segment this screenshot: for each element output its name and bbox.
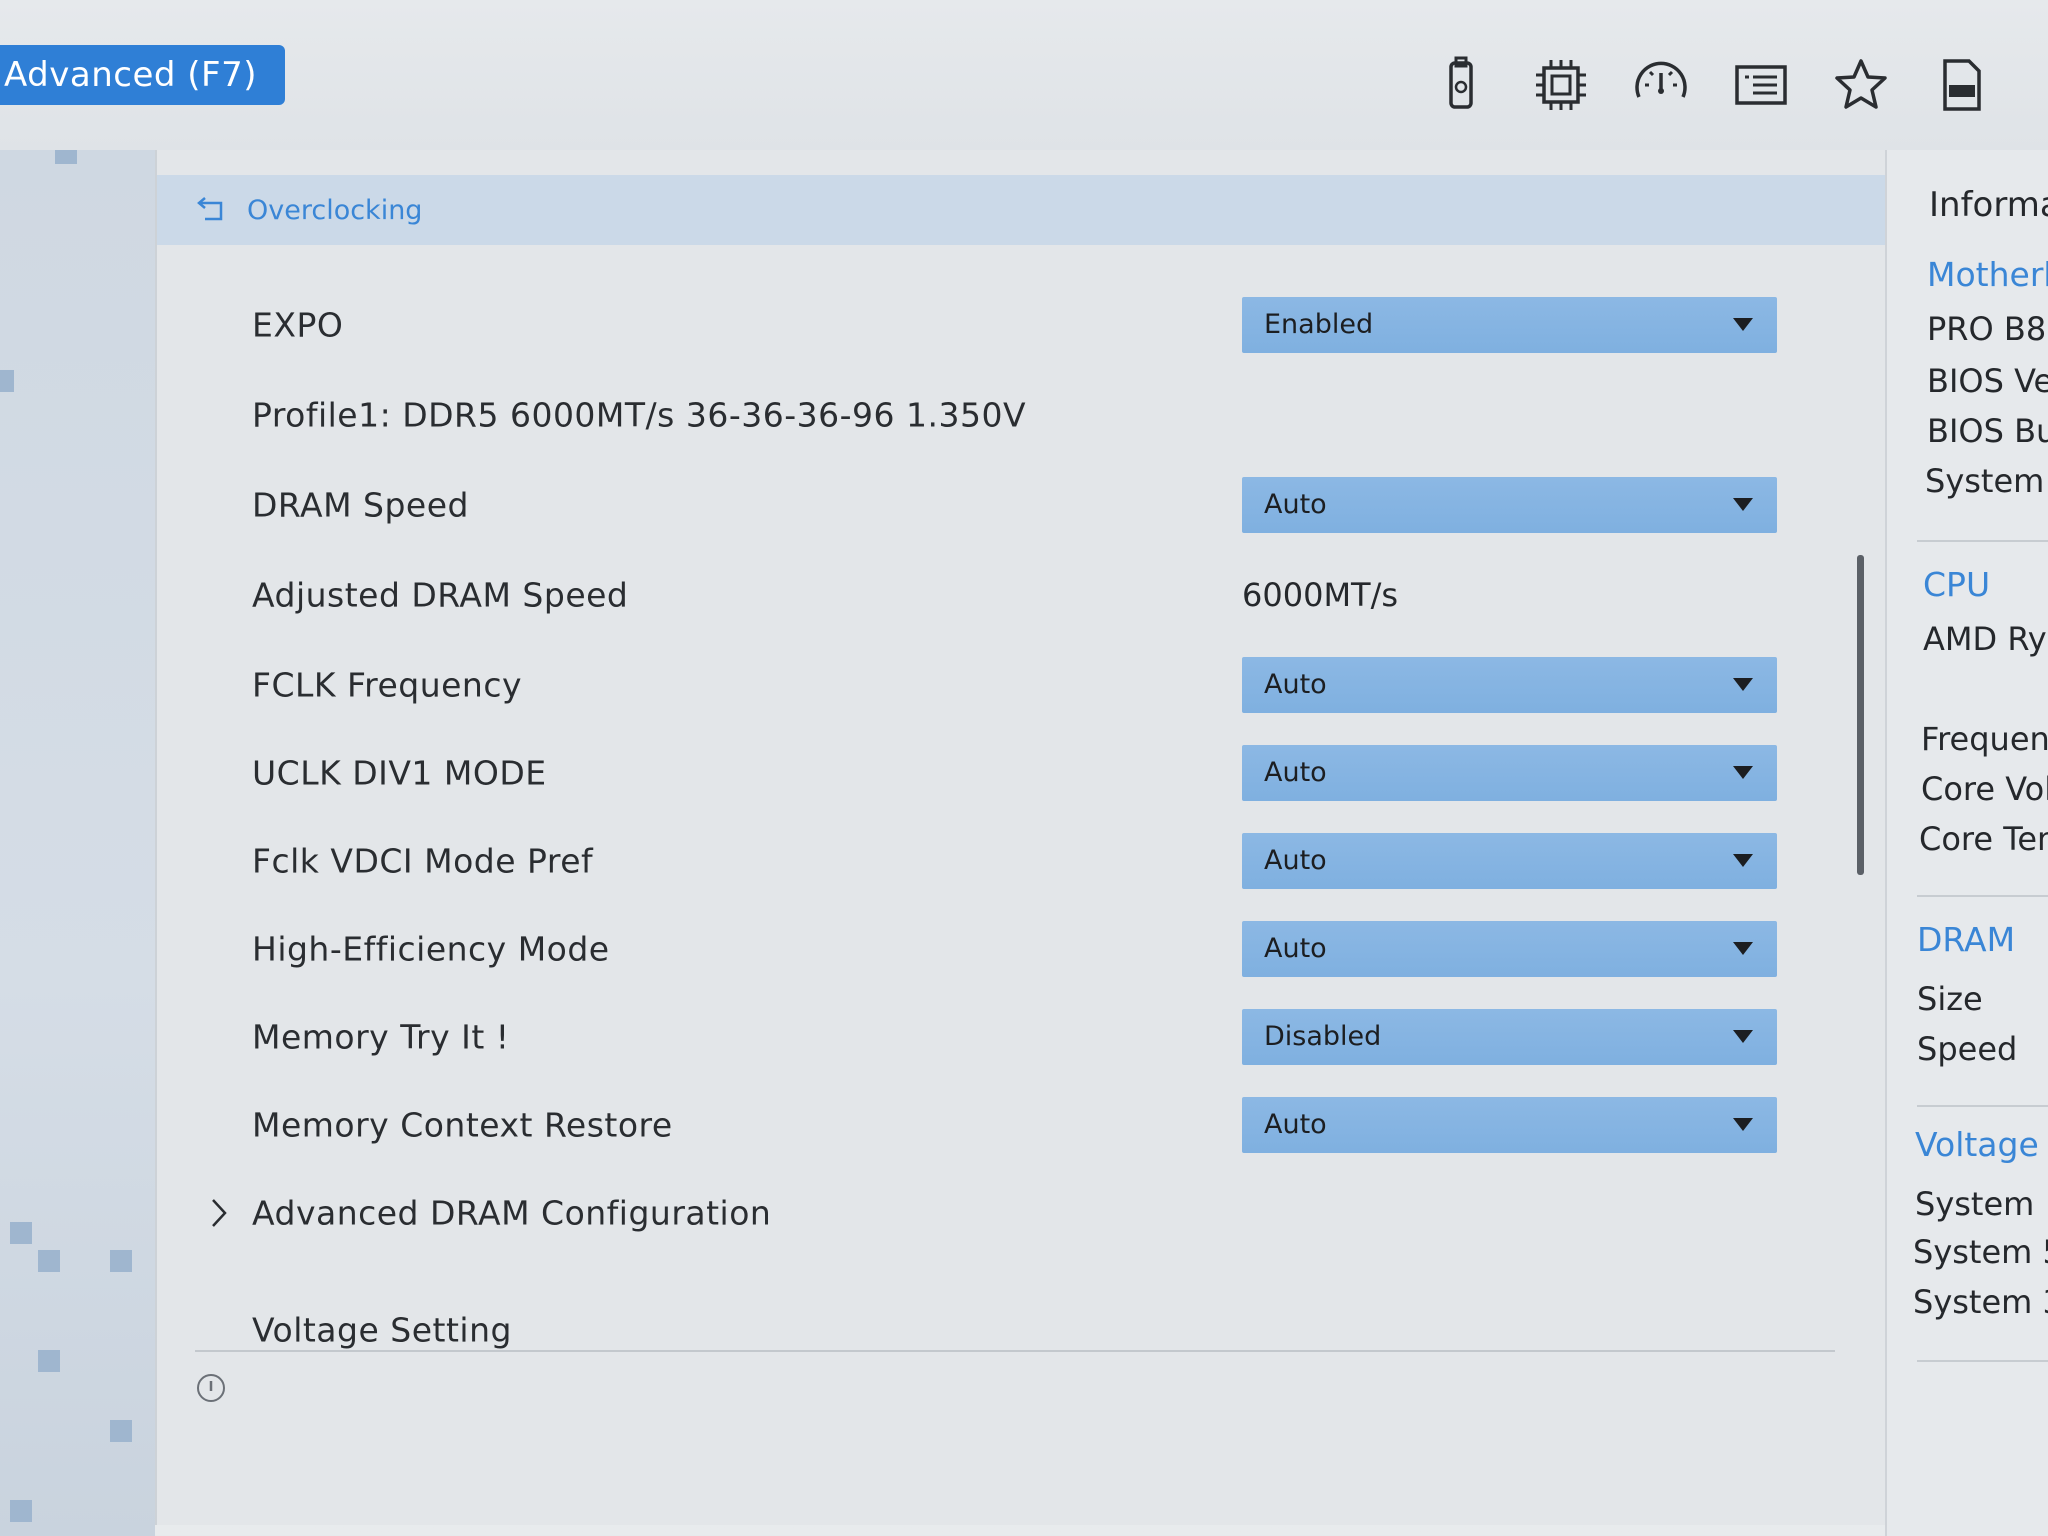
information-panel: Informa Motherb PRO B85 BIOS Ver BIOS Bu… — [1885, 150, 2048, 1536]
profile-info-text: Profile1: DDR5 6000MT/s 36-36-36-96 1.35… — [252, 395, 1027, 435]
breadcrumb-label: Overclocking — [247, 194, 423, 226]
caret-down-icon — [1733, 1118, 1753, 1131]
memory-try-it-dropdown[interactable]: Disabled — [1242, 1009, 1777, 1065]
expo-dropdown[interactable]: Enabled — [1242, 297, 1777, 353]
setting-row-fclk-vdci-mode-pref[interactable]: Fclk VDCI Mode Pref Auto — [157, 821, 1887, 901]
info-line: Frequenc — [1921, 720, 2048, 758]
dropdown-value: Auto — [1264, 669, 1327, 700]
info-separator — [1917, 540, 2048, 542]
fclk-vdci-mode-pref-dropdown[interactable]: Auto — [1242, 833, 1777, 889]
caret-down-icon — [1733, 854, 1753, 867]
dropdown-value: Enabled — [1264, 309, 1374, 340]
info-line: Speed — [1917, 1030, 2018, 1068]
caret-down-icon — [1733, 942, 1753, 955]
info-line: System 5V — [1913, 1233, 2048, 1271]
info-line: BIOS Bui — [1927, 412, 2048, 450]
setting-label: Adjusted DRAM Speed — [252, 575, 629, 615]
setting-label: FCLK Frequency — [252, 665, 523, 705]
top-bar: Advanced (F7) — [0, 0, 2048, 150]
dram-header: DRAM — [1917, 920, 2016, 959]
setting-row-profile1: Profile1: DDR5 6000MT/s 36-36-36-96 1.35… — [157, 375, 1887, 455]
setting-row-memory-context-restore[interactable]: Memory Context Restore Auto — [157, 1085, 1887, 1165]
info-line: Size — [1917, 980, 1983, 1018]
info-line: AMD Ryz — [1923, 620, 2048, 658]
setting-label: UCLK DIV1 MODE — [252, 753, 547, 793]
setting-row-uclk-div1-mode[interactable]: UCLK DIV1 MODE Auto — [157, 733, 1887, 813]
adjusted-dram-speed-value: 6000MT/s — [1242, 576, 1399, 614]
log-file-icon[interactable] — [1930, 54, 1992, 116]
setting-label: DRAM Speed — [252, 485, 469, 525]
setting-label: Memory Context Restore — [252, 1105, 673, 1145]
advanced-dram-configuration-item[interactable]: Advanced DRAM Configuration — [157, 1173, 1887, 1253]
speedometer-icon[interactable] — [1630, 54, 1692, 116]
favorites-star-icon[interactable] — [1830, 54, 1892, 116]
setting-row-high-efficiency-mode[interactable]: High-Efficiency Mode Auto — [157, 909, 1887, 989]
dram-speed-dropdown[interactable]: Auto — [1242, 477, 1777, 533]
motherboard-header: Motherb — [1927, 255, 2048, 294]
help-divider — [195, 1350, 1835, 1352]
fclk-frequency-dropdown[interactable]: Auto — [1242, 657, 1777, 713]
board-explorer-icon[interactable] — [1730, 54, 1792, 116]
setting-label: Advanced DRAM Configuration — [252, 1193, 772, 1233]
cpu-header: CPU — [1923, 565, 1991, 604]
info-line: Core Tem — [1919, 820, 2048, 858]
high-efficiency-mode-dropdown[interactable]: Auto — [1242, 921, 1777, 977]
overclocking-panel: Overclocking EXPO Enabled Profile1: DDR5… — [155, 150, 1887, 1525]
back-arrow-icon[interactable] — [195, 195, 231, 225]
setting-label: EXPO — [252, 305, 344, 345]
caret-down-icon — [1733, 678, 1753, 691]
info-line: System T — [1925, 462, 2048, 500]
info-icon — [197, 1374, 225, 1402]
info-panel-title: Informa — [1929, 185, 2048, 225]
setting-label: Memory Try It ! — [252, 1017, 510, 1057]
setting-label: High-Efficiency Mode — [252, 929, 610, 969]
dropdown-value: Auto — [1264, 845, 1327, 876]
dropdown-value: Auto — [1264, 1109, 1327, 1140]
info-line: System 3.3 — [1913, 1283, 2048, 1321]
info-separator — [1917, 1105, 2048, 1107]
left-decoration-strip — [0, 150, 155, 1536]
dropdown-value: Auto — [1264, 757, 1327, 788]
advanced-mode-tab[interactable]: Advanced (F7) — [0, 45, 285, 105]
setting-label: Fclk VDCI Mode Pref — [252, 841, 594, 881]
caret-down-icon — [1733, 498, 1753, 511]
info-separator — [1917, 895, 2048, 897]
setting-row-fclk-frequency[interactable]: FCLK Frequency Auto — [157, 645, 1887, 725]
section-heading: Voltage Setting — [252, 1310, 512, 1350]
info-line: System 12 — [1915, 1185, 2048, 1223]
info-separator — [1917, 1360, 2048, 1362]
dropdown-value: Auto — [1264, 489, 1327, 520]
voltage-setting-section: Voltage Setting — [157, 1290, 1887, 1370]
setting-row-memory-try-it[interactable]: Memory Try It ! Disabled — [157, 997, 1887, 1077]
memory-context-restore-dropdown[interactable]: Auto — [1242, 1097, 1777, 1153]
voltage-header: Voltage — [1915, 1125, 2039, 1164]
dropdown-value: Disabled — [1264, 1021, 1382, 1052]
caret-down-icon — [1733, 766, 1753, 779]
chevron-right-icon — [212, 1199, 227, 1227]
scrollbar[interactable] — [1857, 555, 1864, 875]
breadcrumb[interactable]: Overclocking — [157, 175, 1887, 245]
setting-row-dram-speed[interactable]: DRAM Speed Auto — [157, 465, 1887, 545]
uclk-div1-mode-dropdown[interactable]: Auto — [1242, 745, 1777, 801]
info-line: PRO B85 — [1927, 310, 2048, 348]
setting-row-expo[interactable]: EXPO Enabled — [157, 285, 1887, 365]
top-icon-bar — [1430, 50, 1992, 120]
caret-down-icon — [1733, 318, 1753, 331]
cpu-chip-icon[interactable] — [1530, 54, 1592, 116]
setting-row-adjusted-dram-speed: Adjusted DRAM Speed 6000MT/s — [157, 555, 1887, 635]
dropdown-value: Auto — [1264, 933, 1327, 964]
caret-down-icon — [1733, 1030, 1753, 1043]
info-line: Core Volt — [1921, 770, 2048, 808]
usb-drive-icon[interactable] — [1430, 54, 1492, 116]
info-line: BIOS Ver — [1927, 362, 2048, 400]
